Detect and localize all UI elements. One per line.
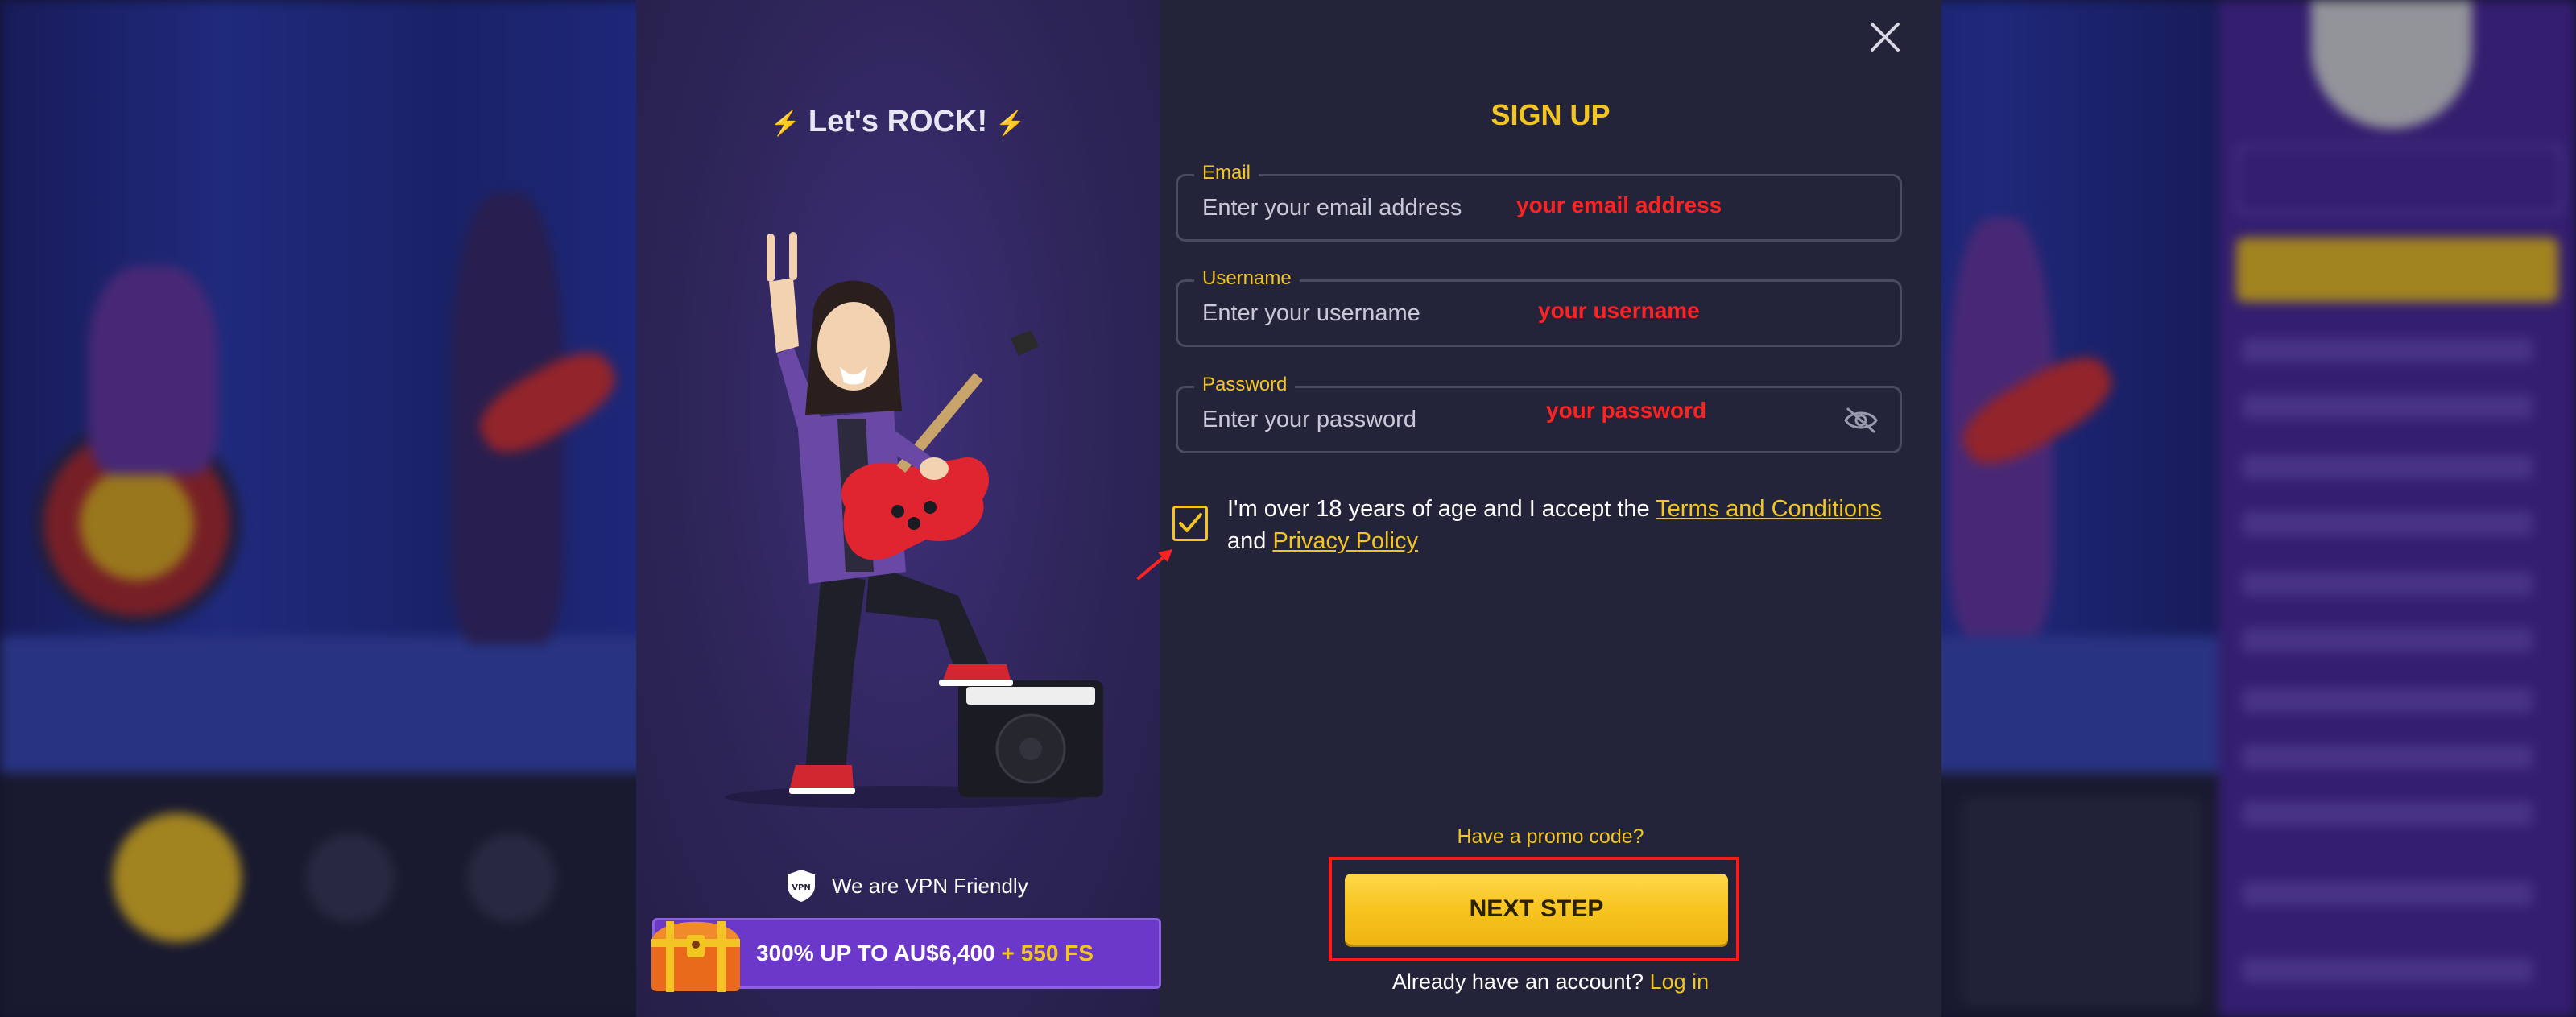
form-title: SIGN UP [1491,98,1611,131]
rocker-illustration [725,232,1103,808]
password-input[interactable] [1201,403,1510,436]
svg-text:VPN: VPN [792,883,810,892]
promo-code-link[interactable]: Have a promo code? [1160,825,1941,849]
email-field[interactable]: Email your email address [1176,162,1902,242]
lightning-icon: ⚡ [995,110,1026,137]
age-terms-checkbox[interactable] [1172,506,1208,541]
password-label: Password [1194,374,1296,396]
username-label: Username [1194,267,1300,290]
terms-text: I'm over 18 years of age and I accept th… [1227,493,1920,557]
hero-title-text: Let's ROCK! [808,105,988,138]
hide-password-icon[interactable] [1843,406,1879,435]
username-input[interactable] [1201,296,1510,330]
username-annotation: your username [1538,298,1700,323]
hero-title: ⚡ Let's ROCK! ⚡ [636,105,1160,139]
bonus-free-spins: + 550 FS [1001,941,1094,965]
password-annotation: your password [1546,398,1707,423]
username-field[interactable]: Username your username [1176,267,1902,347]
bonus-amount: 300% UP TO AU$6,400 [756,941,995,965]
terms-prefix: I'm over 18 years of age and I accept th… [1227,496,1656,522]
email-label: Email [1194,162,1259,184]
close-icon[interactable] [1866,18,1904,56]
login-prompt-text: Already have an account? [1391,969,1644,994]
vpn-shield-icon: VPN [788,870,815,902]
next-step-button[interactable]: NEXT STEP [1345,874,1728,945]
email-annotation: your email address [1516,192,1722,217]
terms-link[interactable]: Terms and Conditions [1656,496,1881,522]
email-input[interactable] [1201,191,1510,225]
promo-panel: ⚡ Let's ROCK! ⚡ VPN We are VPN Friendly … [636,0,1161,1017]
login-link[interactable]: Log in [1650,969,1710,994]
vpn-friendly-text: We are VPN Friendly [832,873,1028,898]
lightning-icon: ⚡ [770,110,800,137]
annotation-arrow-icon [1137,549,1172,580]
vpn-friendly-notice: VPN We are VPN Friendly [785,868,1028,903]
password-field[interactable]: Password your password [1176,374,1902,453]
welcome-bonus-banner[interactable]: 300% UP TO AU$6,400 + 550 FS [651,918,1161,992]
signup-modal: ⚡ Let's ROCK! ⚡ VPN We are VPN Friendly … [636,0,1941,1017]
bonus-text: 300% UP TO AU$6,400 + 550 FS [756,941,1094,966]
login-prompt: Already have an account? Log in [1160,969,1941,994]
treasure-chest-icon [651,921,740,992]
privacy-policy-link[interactable]: Privacy Policy [1272,528,1418,554]
checkmark-icon [1179,513,1202,532]
terms-and: and [1227,528,1273,554]
